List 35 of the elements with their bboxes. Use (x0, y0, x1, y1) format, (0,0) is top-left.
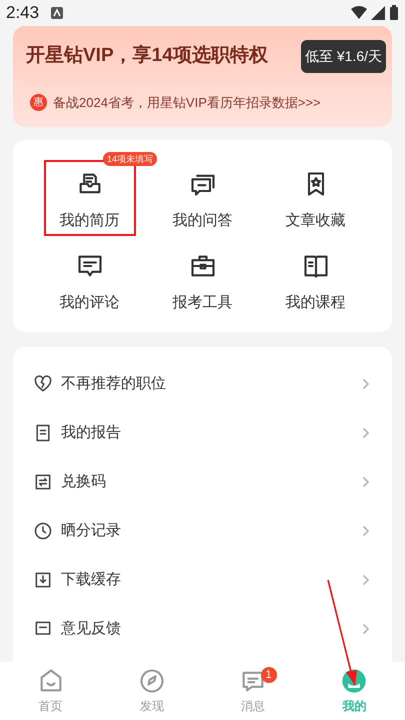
menu-row[interactable]: 意见反馈 (13, 604, 392, 654)
menu-row[interactable]: 不再推荐的职位 (13, 360, 392, 408)
vip-banner[interactable]: 开星钻VIP，享14项选职特权 低至 ¥1.6/天 惠 备战2024省考，用星钻VIP看历年招录数据>>> (13, 26, 392, 126)
shortcut-item[interactable]: 我的问答 (156, 160, 248, 236)
unread-badge: 1 (260, 667, 276, 683)
shortcut-item[interactable]: 文章收藏 (270, 160, 362, 236)
chevron-icon (360, 623, 372, 635)
shortcut-item[interactable]: 我的课程 (270, 242, 362, 318)
shortcut-item[interactable]: 我的评论 (44, 242, 136, 318)
broken-heart-icon (33, 374, 53, 394)
promo-badge: 惠 (30, 94, 47, 112)
unfilled-badge: 14项未填写 (103, 152, 158, 166)
promo-link[interactable]: 备战2024省考，用星钻VIP看历年招录数据>>> (53, 93, 321, 112)
swap-icon (33, 472, 53, 492)
chevron-icon (360, 525, 372, 537)
chevron-icon (360, 574, 372, 586)
chevron-icon (360, 378, 372, 390)
menu-row[interactable]: 晒分记录 (13, 506, 392, 556)
price-button[interactable]: 低至 ¥1.6/天 (300, 40, 386, 73)
shortcut-item[interactable]: 报考工具 (156, 242, 248, 318)
menu-row[interactable]: 下载缓存 (13, 556, 392, 604)
clock-icon (33, 521, 53, 541)
vip-title: 开星钻VIP，享14项选职特权 (26, 44, 268, 68)
tab-item[interactable]: 消息 1 (202, 662, 304, 720)
chevron-icon (360, 476, 372, 488)
notification-icon (51, 7, 64, 19)
menu-row[interactable]: 我的报告 (13, 408, 392, 458)
download-icon (33, 570, 53, 590)
battery-icon (389, 5, 399, 21)
signal-icon (371, 6, 385, 20)
chevron-icon (360, 427, 372, 439)
compass-icon (138, 667, 166, 695)
menu-row[interactable]: 兑换码 (13, 458, 392, 506)
wifi-icon (351, 5, 367, 21)
status-time: 2:43 (6, 2, 40, 24)
